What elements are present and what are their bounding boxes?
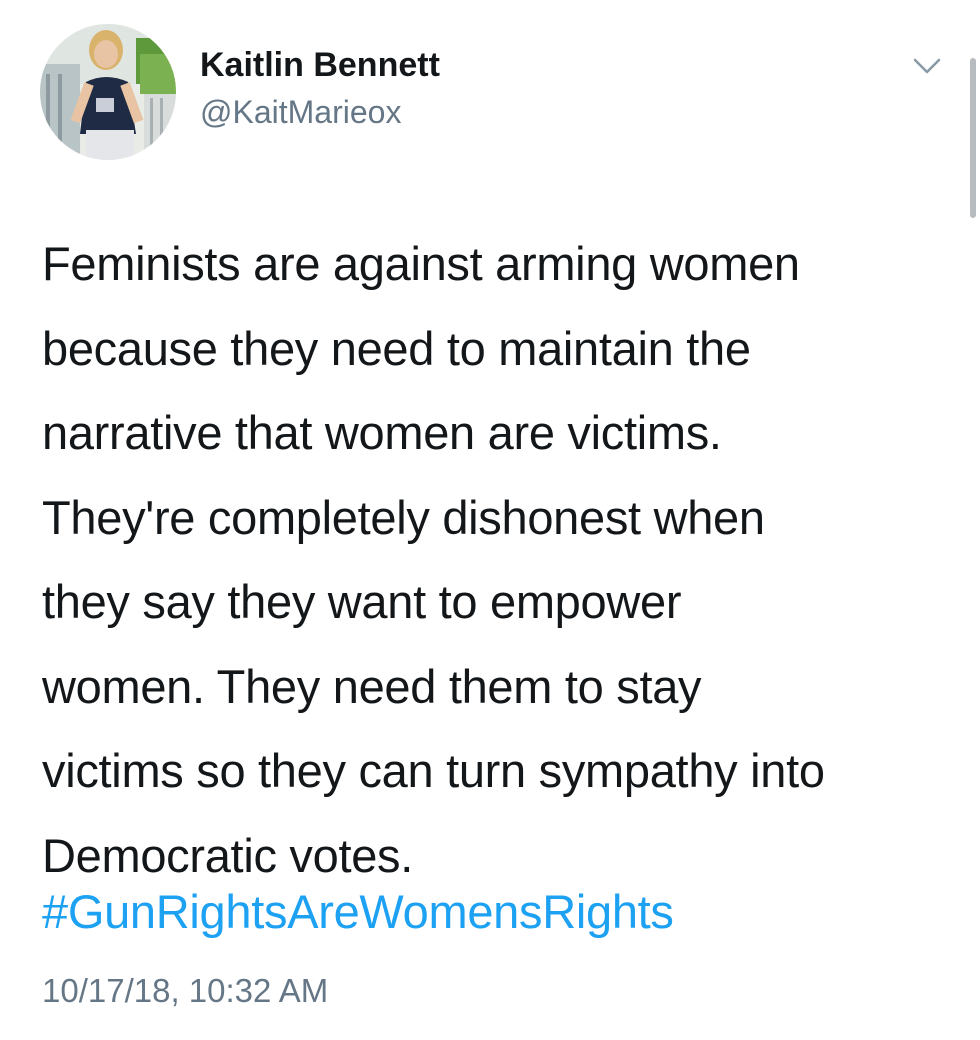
scrollbar[interactable] [970, 58, 976, 218]
avatar-image [40, 24, 176, 160]
author-names: Kaitlin Bennett @KaitMarieox [200, 43, 440, 133]
tweet-text: Feminists are against arming women becau… [42, 222, 952, 898]
user-handle[interactable]: @KaitMarieox [200, 91, 440, 133]
tweet-text-line: narrative that women are victims. [42, 406, 722, 459]
tweet-text-line: they say they want to empower [42, 575, 682, 628]
tweet-card: Kaitlin Bennett @KaitMarieox Feminists a… [0, 0, 980, 1040]
tweet-text-line: victims so they can turn sympathy into [42, 744, 825, 797]
tweet-text-line: They're completely dishonest when [42, 490, 765, 544]
tweet-text-line: because they need to maintain the [42, 321, 751, 375]
tweet-text-line: Feminists are against arming women [42, 237, 800, 290]
tweet-text-line: women. They need them to stay [42, 659, 702, 713]
hashtag-link[interactable]: #GunRightsAreWomensRights [42, 870, 674, 954]
tweet-header: Kaitlin Bennett @KaitMarieox [40, 24, 440, 160]
chevron-down-icon[interactable] [912, 56, 942, 76]
tweet-timestamp[interactable]: 10/17/18, 10:32 AM [42, 966, 328, 1016]
avatar[interactable] [40, 24, 176, 160]
display-name[interactable]: Kaitlin Bennett [200, 43, 440, 87]
